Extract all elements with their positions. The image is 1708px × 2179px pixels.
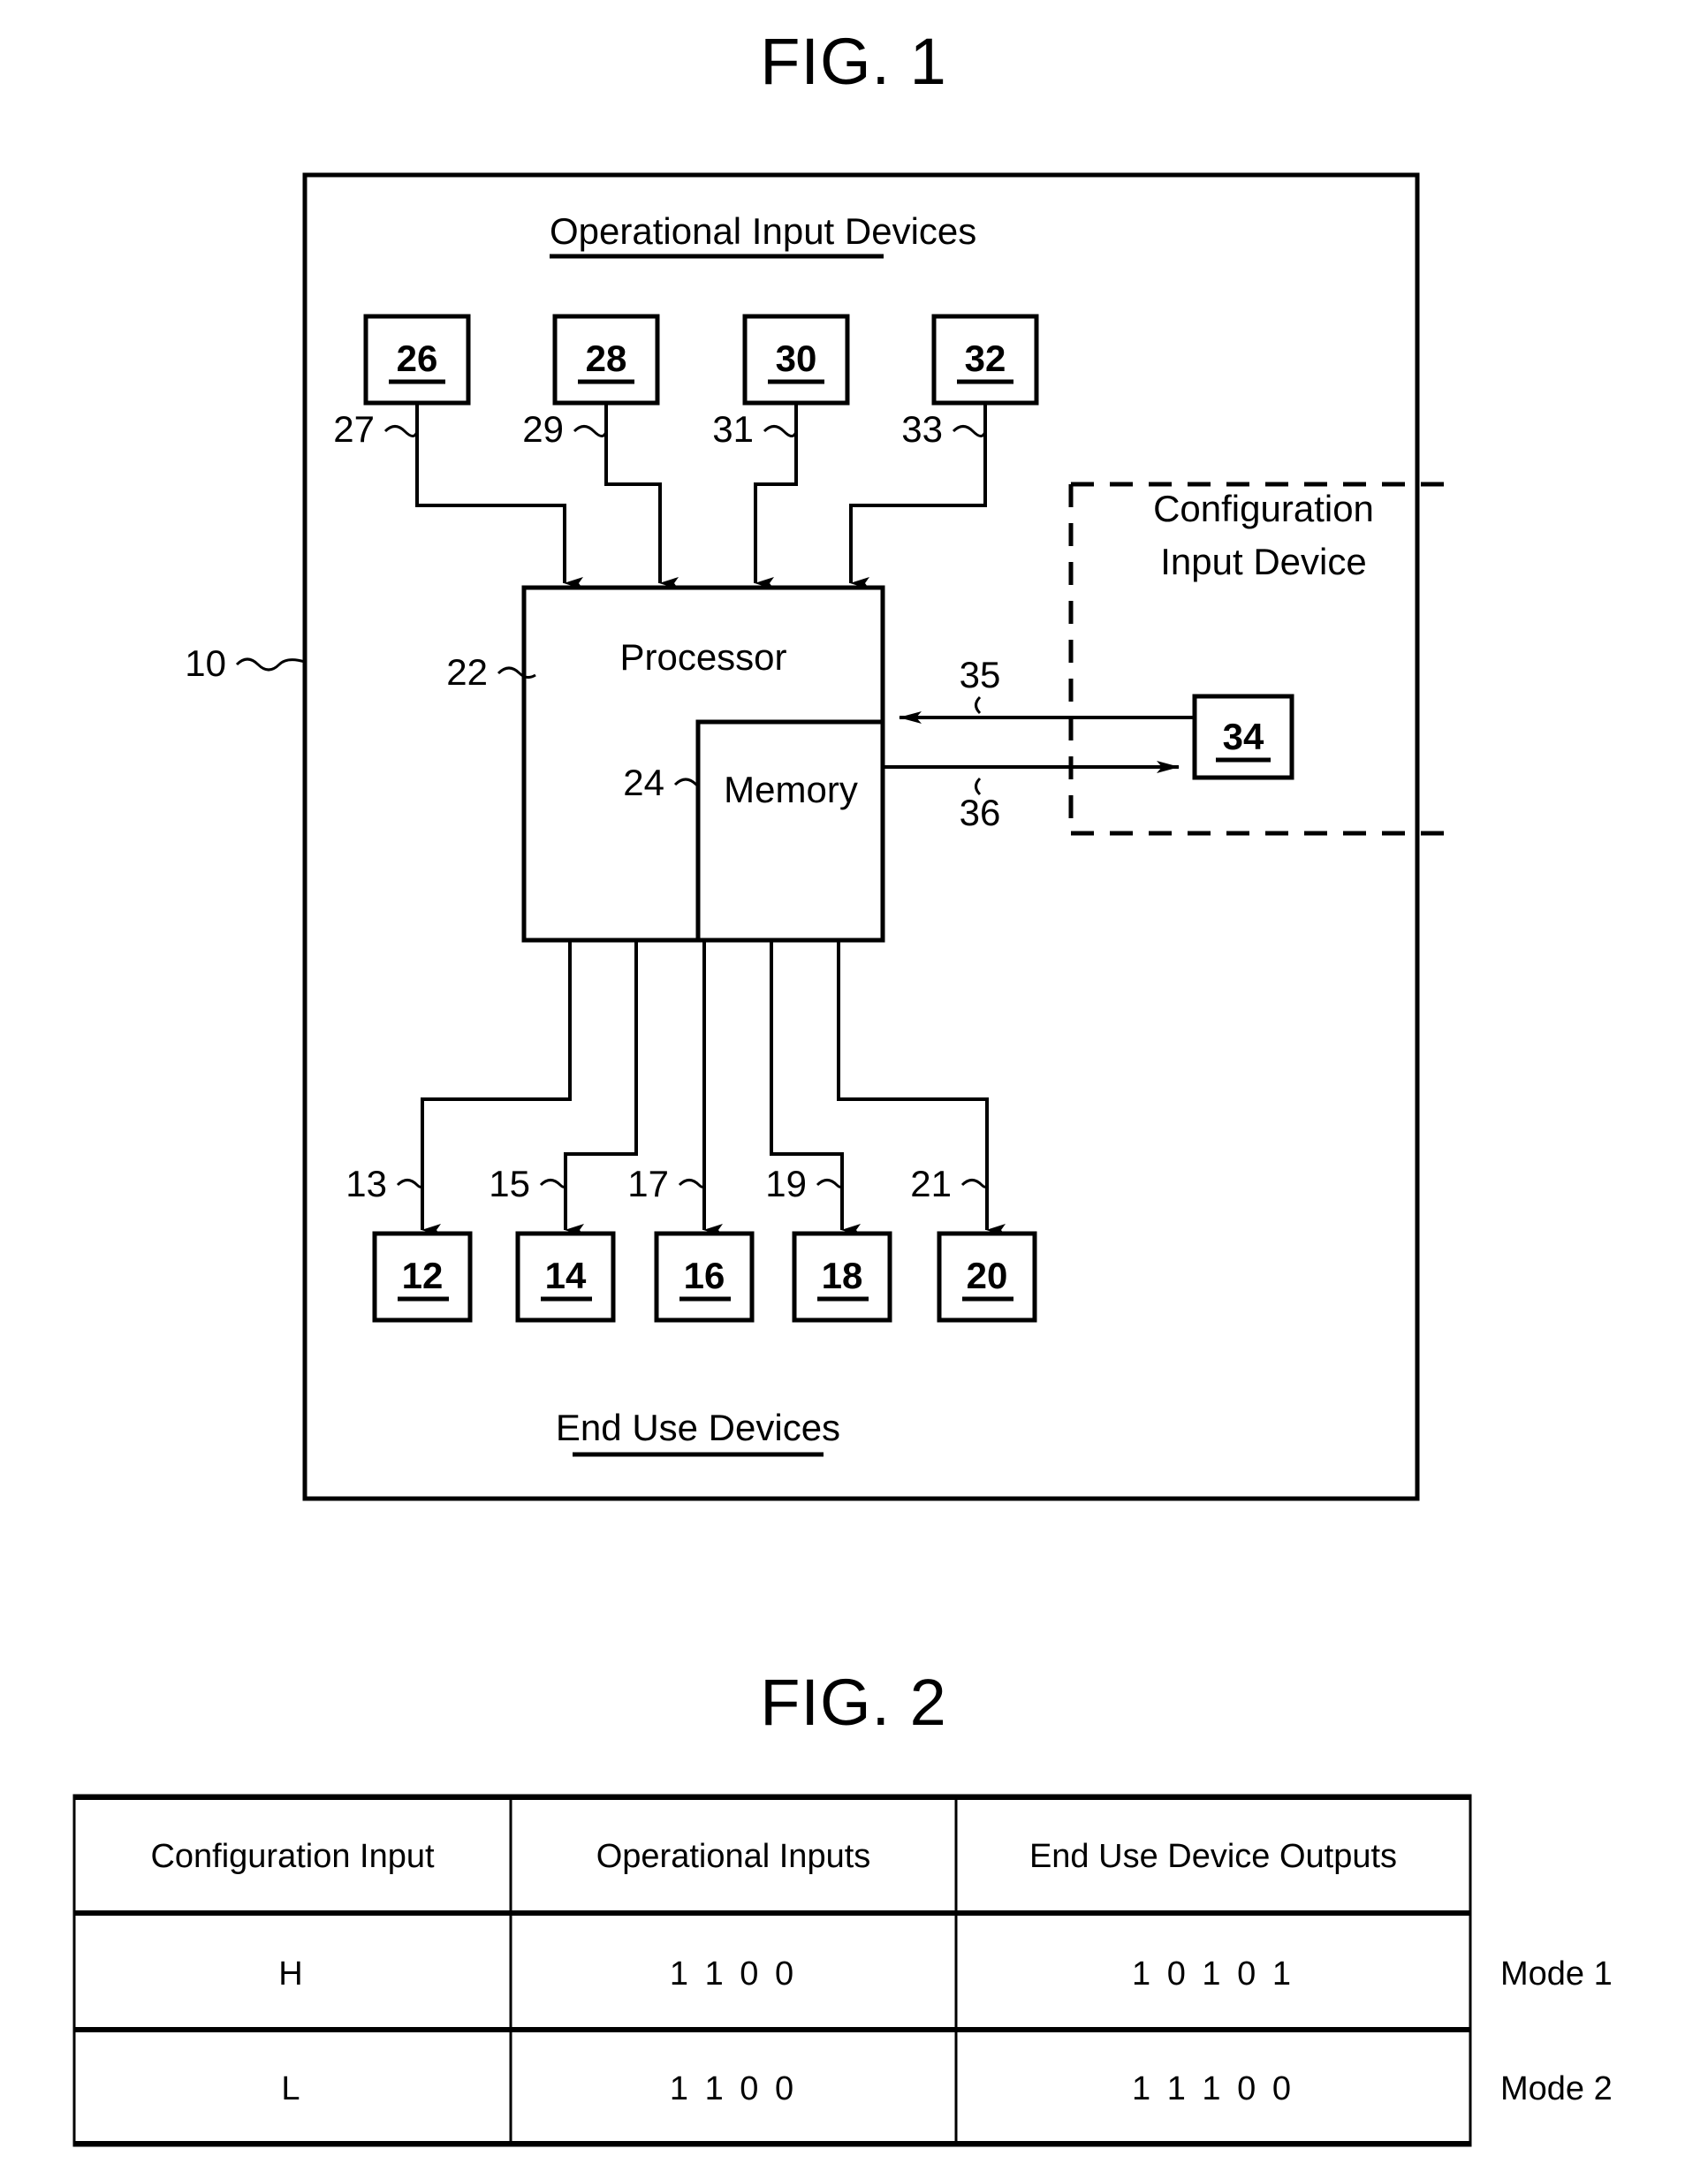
leader-squiggle-13 [396, 1179, 424, 1188]
truth-table-header-end-use-device-outputs: End Use Device Outputs [1029, 1838, 1397, 1875]
truth-table-row-2-end-use-device-outputs: 1 1 1 0 0 [1132, 2070, 1294, 2107]
input-device-box-26-number: 26 [397, 338, 438, 379]
input-device-box-28-number: 28 [586, 338, 627, 379]
operational-input-devices-label: Operational Input Devices [550, 210, 976, 252]
truth-table-row-1-operational-inputs: 1 1 0 0 [670, 1955, 797, 1993]
truth-table-header-operational-inputs: Operational Inputs [596, 1838, 871, 1875]
end-use-device-box-16-number: 16 [684, 1255, 725, 1296]
end-use-devices-label: End Use Devices [556, 1407, 840, 1448]
end-use-device-box-12-number: 12 [402, 1255, 444, 1296]
processor-label: Processor [619, 636, 786, 678]
end-use-device-box-18-number: 18 [822, 1255, 863, 1296]
wire-15-processor-to-device-14 [564, 940, 638, 1236]
leader-squiggle-27 [383, 425, 419, 437]
configuration-input-device-label-line1: Configuration [1153, 488, 1374, 529]
ref-label-36: 36 [960, 792, 1001, 833]
leader-squiggle-10 [235, 657, 306, 672]
leader-squiggle-29 [573, 425, 608, 437]
ref-label-27: 27 [333, 408, 375, 450]
ref-label-35: 35 [960, 654, 1001, 695]
leader-squiggle-33 [952, 425, 987, 437]
truth-table-row-1-end-use-device-outputs: 1 0 1 0 1 [1132, 1955, 1294, 1993]
patent-drawing-sheet: FIG. 1 10 Operational Input Devices 26 2… [0, 0, 1708, 2179]
memory-box [695, 719, 885, 943]
leader-squiggle-17 [678, 1179, 706, 1188]
leader-squiggle-36 [975, 777, 982, 796]
figure-1-diagram: FIG. 1 10 Operational Input Devices 26 2… [72, 25, 1613, 2147]
ref-label-19: 19 [765, 1163, 807, 1204]
ref-label-24: 24 [623, 762, 664, 803]
ref-label-10: 10 [185, 642, 226, 684]
ref-label-31: 31 [712, 408, 754, 450]
leader-squiggle-31 [763, 425, 798, 437]
configuration-input-device-group-boundary [1068, 482, 1449, 836]
leader-squiggle-19 [816, 1179, 844, 1188]
figure-1-title: FIG. 1 [760, 25, 947, 98]
truth-table-row-1-configuration-input: H [278, 1955, 306, 1993]
leader-squiggle-35 [975, 695, 982, 715]
ref-label-33: 33 [901, 408, 943, 450]
ref-label-29: 29 [522, 408, 564, 450]
truth-table-row-2-mode-label: Mode 2 [1500, 2070, 1613, 2107]
memory-label: Memory [724, 769, 858, 810]
truth-table-row-1-mode-label: Mode 1 [1500, 1955, 1613, 1993]
ref-label-15: 15 [489, 1163, 530, 1204]
ref-label-22: 22 [446, 651, 488, 693]
truth-table-row-2-operational-inputs: 1 1 0 0 [670, 2070, 797, 2107]
figure-2-title: FIG. 2 [760, 1666, 947, 1739]
leader-squiggle-21 [960, 1179, 989, 1188]
configuration-input-device-box-34-number: 34 [1223, 716, 1264, 757]
leader-squiggle-15 [539, 1179, 567, 1188]
end-use-device-box-14-number: 14 [545, 1255, 587, 1296]
truth-table-row-2-configuration-input: L [281, 2070, 303, 2107]
input-device-box-30-number: 30 [776, 338, 817, 379]
input-device-box-32-number: 32 [965, 338, 1006, 379]
ref-label-17: 17 [627, 1163, 669, 1204]
end-use-device-box-20-number: 20 [967, 1255, 1008, 1296]
truth-table-header-configuration-input: Configuration Input [150, 1838, 435, 1875]
wire-31-input-30-to-processor [754, 403, 798, 589]
ref-label-21: 21 [910, 1163, 952, 1204]
wire-29-input-28-to-processor [604, 403, 679, 589]
ref-label-13: 13 [345, 1163, 387, 1204]
configuration-input-device-label-line2: Input Device [1160, 541, 1366, 582]
